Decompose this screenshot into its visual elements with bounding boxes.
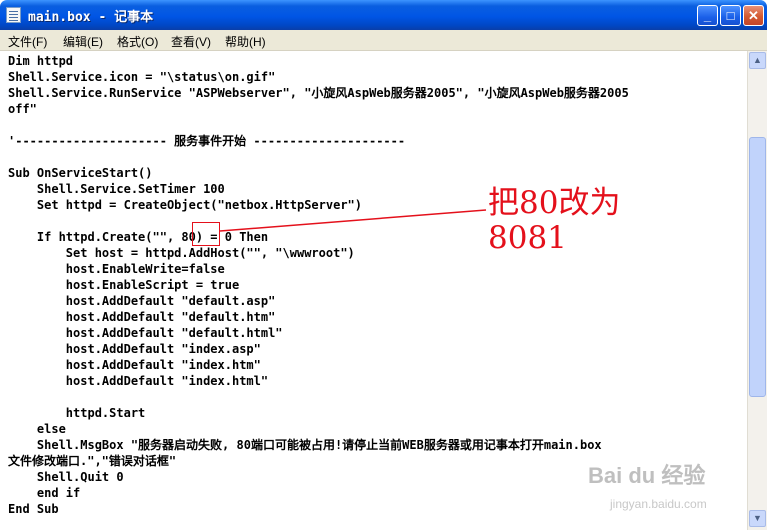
annotation-arrow [219, 209, 487, 232]
notepad-window: main.box - 记事本 _ □ ✕ 文件(F) 编辑(E) 格式(O) 查… [0, 0, 767, 530]
watermark-url: jingyan.baidu.com [610, 497, 707, 511]
baidu-watermark: Bai du 经验 [588, 463, 706, 488]
annotation-text: 把80改为 8081 [488, 185, 621, 256]
